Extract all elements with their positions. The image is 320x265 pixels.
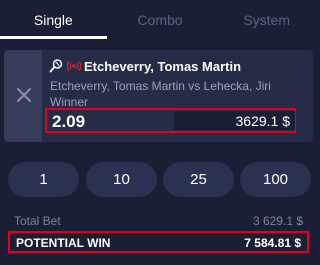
stake-input[interactable]: 3629.1 $ — [174, 111, 295, 130]
odds-value: 2.09 — [52, 112, 86, 131]
potential-win-label: POTENTIAL WIN — [16, 236, 111, 250]
selection-name: Etcheverry, Tomas Martin — [84, 58, 242, 74]
quick-stake-25-button[interactable]: 25 — [163, 162, 234, 197]
bet-type-tabs: Single Combo System — [0, 0, 320, 40]
tab-system[interactable]: System — [213, 0, 320, 40]
stake-value: 3629.1 $ — [235, 113, 291, 129]
total-bet-label: Total Bet — [14, 214, 61, 228]
selection-title-row: Etcheverry, Tomas Martin — [49, 58, 241, 74]
tab-combo[interactable]: Combo — [107, 0, 214, 40]
live-broadcast-icon — [67, 60, 81, 72]
active-tab-indicator — [0, 36, 107, 39]
match-name: Etcheverry, Tomas Martin vs Lehecka, Jir… — [50, 79, 271, 93]
total-bet-value: 3 629.1 $ — [252, 214, 303, 228]
potential-win-value: 7 584.81 $ — [244, 236, 301, 250]
quick-stake-10-button[interactable]: 10 — [86, 162, 157, 197]
remove-bet-button[interactable] — [4, 50, 42, 142]
close-icon[interactable] — [16, 87, 32, 103]
tennis-racket-icon — [49, 59, 63, 73]
tab-single[interactable]: Single — [0, 0, 107, 40]
odds-stake-row: 2.09 3629.1 $ — [45, 108, 296, 133]
quick-stake-1-button[interactable]: 1 — [8, 162, 79, 197]
quick-stake-100-button[interactable]: 100 — [240, 162, 311, 197]
potential-win-row: POTENTIAL WIN 7 584.81 $ — [8, 231, 309, 253]
market-name: Winner — [50, 95, 89, 109]
